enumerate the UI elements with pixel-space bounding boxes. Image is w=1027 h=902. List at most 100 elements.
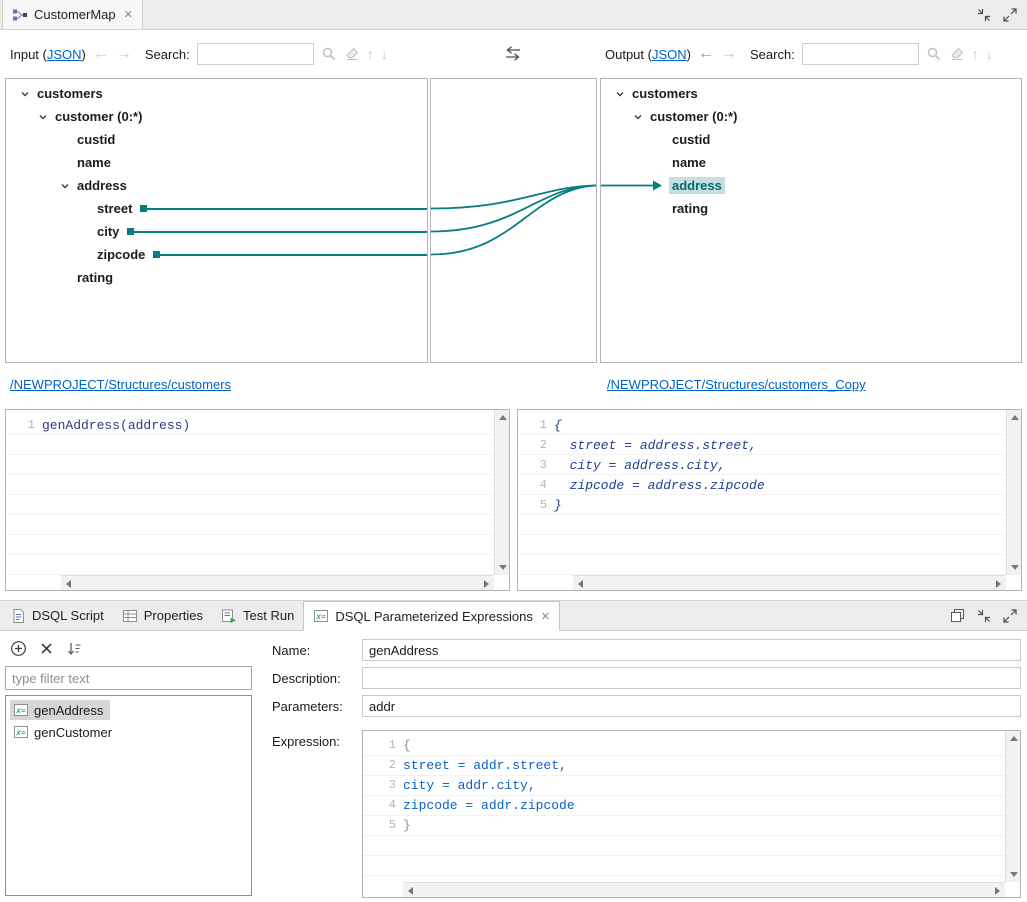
scroll-down-button[interactable] xyxy=(1006,867,1021,882)
code-line: 3 city = address.city, xyxy=(518,455,1006,475)
map-line xyxy=(160,254,427,256)
tree-node-zipcode[interactable]: zipcode xyxy=(6,243,427,266)
input-search-field[interactable] xyxy=(197,43,314,65)
input-json-link[interactable]: JSON xyxy=(47,47,82,62)
output-search-field[interactable] xyxy=(802,43,919,65)
tab-dsql-script[interactable]: DSQL Script xyxy=(2,601,113,630)
horizontal-scrollbar[interactable] xyxy=(61,575,494,590)
delete-expression-icon[interactable] xyxy=(40,642,53,655)
maximize-icon[interactable] xyxy=(1003,8,1017,22)
tree-node-label: zipcode xyxy=(94,246,148,263)
add-expression-icon[interactable] xyxy=(10,640,27,657)
scroll-down-button[interactable] xyxy=(1007,560,1022,575)
tab-test-run[interactable]: Test Run xyxy=(212,601,303,630)
code-line: 1 genAddress(address) xyxy=(6,415,494,435)
tree-node-customers[interactable]: customers xyxy=(601,82,1021,105)
close-icon[interactable]: ✕ xyxy=(541,610,550,623)
minimize-icon[interactable] xyxy=(977,8,991,22)
parameters-field[interactable] xyxy=(362,695,1021,717)
chevron-down-icon[interactable] xyxy=(629,108,647,126)
description-field[interactable] xyxy=(362,667,1021,689)
search-next-icon[interactable]: ↓ xyxy=(986,47,993,61)
tree-node-label: rating xyxy=(669,200,711,217)
scroll-left-button[interactable] xyxy=(61,576,76,591)
sort-icon[interactable] xyxy=(66,641,82,657)
map-anchor[interactable] xyxy=(153,251,160,258)
tree-node-customers[interactable]: customers xyxy=(6,82,427,105)
target-editor-text-area[interactable]: 1 { 2 street = address.street, 3 city = … xyxy=(518,410,1006,575)
chevron-down-icon[interactable] xyxy=(16,85,34,103)
list-item-genaddress[interactable]: x= genAddress xyxy=(6,699,251,721)
chevron-down-icon[interactable] xyxy=(56,177,74,195)
tab-dsql-parameterized-expressions[interactable]: x= DSQL Parameterized Expressions ✕ xyxy=(303,601,560,631)
output-structure-link[interactable]: /NEWPROJECT/Structures/customers_Copy xyxy=(607,377,866,392)
expressions-toolbar xyxy=(10,640,82,657)
duplicate-view-icon[interactable] xyxy=(950,608,965,623)
scroll-up-button[interactable] xyxy=(495,410,510,425)
tab-customermap[interactable]: CustomerMap ✕ xyxy=(2,0,143,29)
scroll-down-button[interactable] xyxy=(495,560,510,575)
tree-node-rating[interactable]: rating xyxy=(6,266,427,289)
clear-search-icon[interactable] xyxy=(344,46,360,62)
tab-properties[interactable]: Properties xyxy=(113,601,212,630)
search-prev-icon[interactable]: ↑ xyxy=(367,47,374,61)
tree-node-custid[interactable]: custid xyxy=(601,128,1021,151)
list-item-label: genCustomer xyxy=(34,725,112,740)
close-icon[interactable]: ✕ xyxy=(124,8,133,21)
search-icon[interactable] xyxy=(321,46,337,62)
swap-direction-icon[interactable] xyxy=(504,46,522,61)
minimize-icon[interactable] xyxy=(977,609,991,623)
scroll-up-button[interactable] xyxy=(1007,410,1022,425)
scroll-right-button[interactable] xyxy=(991,576,1006,591)
vertical-scrollbar[interactable] xyxy=(494,410,509,575)
line-number: 5 xyxy=(518,498,554,512)
map-anchor[interactable] xyxy=(140,205,147,212)
search-prev-icon[interactable]: ↑ xyxy=(972,47,979,61)
tree-node-name[interactable]: name xyxy=(6,151,427,174)
output-json-link[interactable]: JSON xyxy=(652,47,687,62)
scroll-up-button[interactable] xyxy=(1006,731,1021,746)
back-arrow-icon[interactable]: ← xyxy=(698,46,714,62)
maximize-icon[interactable] xyxy=(1003,609,1017,623)
scroll-left-button[interactable] xyxy=(573,576,588,591)
search-next-icon[interactable]: ↓ xyxy=(381,47,388,61)
list-item-gencustomer[interactable]: x= genCustomer xyxy=(6,721,251,743)
clear-search-icon[interactable] xyxy=(949,46,965,62)
tree-node-city[interactable]: city xyxy=(6,220,427,243)
forward-arrow-icon[interactable]: → xyxy=(116,46,132,62)
source-editor-text-area[interactable]: 1 genAddress(address) xyxy=(6,410,494,575)
map-anchor[interactable] xyxy=(127,228,134,235)
label-text: Output ( xyxy=(605,47,652,62)
tree-node-rating[interactable]: rating xyxy=(601,197,1021,220)
tree-node-customer[interactable]: customer (0:*) xyxy=(6,105,427,128)
forward-arrow-icon[interactable]: → xyxy=(721,46,737,62)
vertical-scrollbar[interactable] xyxy=(1005,731,1020,882)
source-expression-editor: 1 genAddress(address) xyxy=(5,409,510,591)
horizontal-scrollbar[interactable] xyxy=(573,575,1006,590)
chevron-down-icon[interactable] xyxy=(611,85,629,103)
input-structure-link[interactable]: /NEWPROJECT/Structures/customers xyxy=(10,377,231,392)
expression-editor-text-area[interactable]: 1 { 2 street = addr.street, 3 city = add… xyxy=(363,731,1005,882)
back-arrow-icon[interactable]: ← xyxy=(93,46,109,62)
name-field[interactable] xyxy=(362,639,1021,661)
vertical-scrollbar[interactable] xyxy=(1006,410,1021,575)
tree-node-street[interactable]: street xyxy=(6,197,427,220)
search-icon[interactable] xyxy=(926,46,942,62)
horizontal-scrollbar[interactable] xyxy=(403,882,1005,897)
tree-node-address-selected[interactable]: address xyxy=(601,174,1021,197)
tree-node-customer[interactable]: customer (0:*) xyxy=(601,105,1021,128)
line-number: 2 xyxy=(518,438,554,452)
code-text: street = addr.street, xyxy=(403,758,567,773)
tree-node-name[interactable]: name xyxy=(601,151,1021,174)
scroll-right-button[interactable] xyxy=(479,576,494,591)
mapping-canvas[interactable] xyxy=(430,78,597,363)
scroll-right-button[interactable] xyxy=(990,883,1005,898)
tree-node-custid[interactable]: custid xyxy=(6,128,427,151)
scroll-left-button[interactable] xyxy=(403,883,418,898)
chevron-down-icon[interactable] xyxy=(34,108,52,126)
view-tabbar-actions xyxy=(950,601,1027,630)
tree-node-address[interactable]: address xyxy=(6,174,427,197)
target-expression-editor: 1 { 2 street = address.street, 3 city = … xyxy=(517,409,1022,591)
filter-input[interactable] xyxy=(5,666,252,690)
tab-label: Test Run xyxy=(243,608,294,623)
